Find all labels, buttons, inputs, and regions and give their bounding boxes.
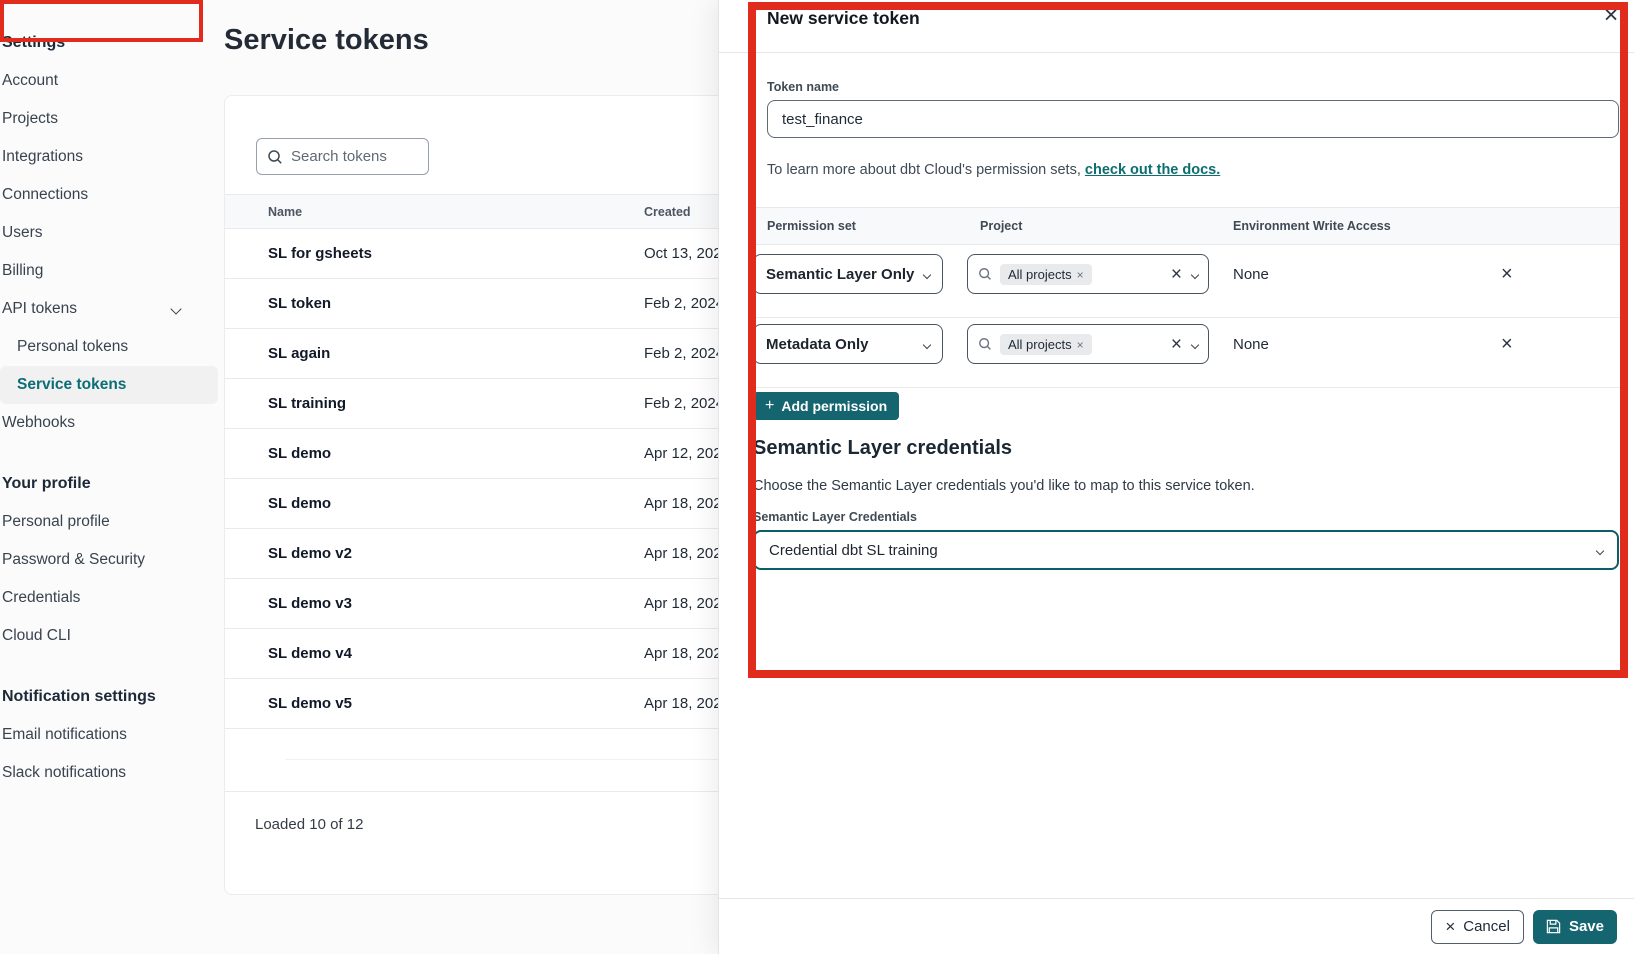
row-divider xyxy=(756,317,1622,318)
permission-set-value: Metadata Only xyxy=(766,336,869,353)
sidebar-header-notification-settings: Notification settings xyxy=(0,678,212,716)
chevron-down-icon xyxy=(924,265,930,283)
token-name-input[interactable] xyxy=(767,100,1619,138)
sidebar-item-label: API tokens xyxy=(2,300,77,318)
project-chip-label: All projects xyxy=(1008,267,1072,282)
docs-link[interactable]: check out the docs. xyxy=(1085,162,1220,178)
cancel-label: Cancel xyxy=(1463,918,1510,935)
sidebar-item-users[interactable]: Users xyxy=(0,214,212,252)
sidebar-header-your-profile: Your profile xyxy=(0,465,212,503)
sidebar-item-personal-tokens[interactable]: Personal tokens xyxy=(0,328,212,366)
chevron-down-icon xyxy=(1597,541,1603,559)
credential-select-value: Credential dbt SL training xyxy=(769,542,938,559)
chevron-down-icon xyxy=(1192,265,1198,283)
drawer-title: New service token xyxy=(767,8,920,29)
docs-helper-text: To learn more about dbt Cloud's permissi… xyxy=(767,162,1220,178)
drawer-header: New service token × xyxy=(719,0,1634,53)
chevron-down-icon xyxy=(1192,335,1198,353)
column-header-name: Name xyxy=(268,205,302,219)
docs-text: To learn more about dbt Cloud's permissi… xyxy=(767,162,1085,178)
token-name: SL demo v4 xyxy=(268,645,352,662)
add-permission-label: Add permission xyxy=(781,398,887,414)
sidebar-header-settings: Settings xyxy=(0,24,212,62)
project-chip[interactable]: All projects × xyxy=(1000,264,1092,285)
token-name: SL again xyxy=(268,345,330,362)
search-tokens-box[interactable] xyxy=(256,138,429,175)
sidebar-item-webhooks[interactable]: Webhooks xyxy=(0,404,212,442)
sidebar-item-credentials[interactable]: Credentials xyxy=(0,579,212,617)
project-chip-label: All projects xyxy=(1008,337,1072,352)
cancel-button[interactable]: × Cancel xyxy=(1431,910,1524,944)
page-title: Service tokens xyxy=(224,24,429,57)
sidebar-item-email-notifications[interactable]: Email notifications xyxy=(0,716,212,754)
semantic-layer-credentials-description: Choose the Semantic Layer credentials yo… xyxy=(753,478,1255,494)
add-permission-button[interactable]: + Add permission xyxy=(753,392,899,420)
plus-icon: + xyxy=(765,397,774,415)
clear-selection-icon[interactable]: × xyxy=(1171,265,1182,284)
settings-sidebar: Settings Account Projects Integrations C… xyxy=(0,0,212,792)
chevron-down-icon xyxy=(172,300,180,318)
permission-set-value: Semantic Layer Only xyxy=(766,266,914,283)
token-name: SL demo v2 xyxy=(268,545,352,562)
sidebar-item-cloud-cli[interactable]: Cloud CLI xyxy=(0,617,212,655)
search-tokens-input[interactable] xyxy=(291,148,411,165)
remove-permission-icon[interactable]: × xyxy=(1501,264,1513,284)
semantic-layer-credentials-heading: Semantic Layer credentials xyxy=(753,437,1012,460)
token-name: SL training xyxy=(268,395,346,412)
chip-remove-icon[interactable]: × xyxy=(1077,268,1084,282)
project-multiselect[interactable]: All projects × × xyxy=(967,324,1209,364)
token-name: SL token xyxy=(268,295,331,312)
row-divider xyxy=(756,387,1622,388)
chip-remove-icon[interactable]: × xyxy=(1077,338,1084,352)
semantic-layer-credentials-label: Semantic Layer Credentials xyxy=(753,510,917,524)
remove-permission-icon[interactable]: × xyxy=(1501,334,1513,354)
token-name: SL demo v3 xyxy=(268,595,352,612)
sidebar-item-personal-profile[interactable]: Personal profile xyxy=(0,503,212,541)
chevron-down-icon xyxy=(924,335,930,353)
search-icon xyxy=(978,267,992,281)
sidebar-item-integrations[interactable]: Integrations xyxy=(0,138,212,176)
sidebar-item-password-security[interactable]: Password & Security xyxy=(0,541,212,579)
search-icon xyxy=(267,149,283,165)
close-icon: × xyxy=(1445,918,1455,935)
sidebar-item-service-tokens[interactable]: Service tokens xyxy=(0,366,218,404)
save-icon xyxy=(1546,919,1561,934)
column-header-created: Created xyxy=(644,205,691,219)
sidebar-item-slack-notifications[interactable]: Slack notifications xyxy=(0,754,212,792)
sidebar-item-account[interactable]: Account xyxy=(0,62,212,100)
new-service-token-drawer: New service token × Token name To learn … xyxy=(718,0,1634,954)
token-name: SL demo xyxy=(268,495,331,512)
sidebar-item-projects[interactable]: Projects xyxy=(0,100,212,138)
permission-set-select[interactable]: Semantic Layer Only xyxy=(753,254,943,294)
token-name-label: Token name xyxy=(767,80,839,94)
token-name: SL for gsheets xyxy=(268,245,372,262)
project-multiselect[interactable]: All projects × × xyxy=(967,254,1209,294)
token-name: SL demo xyxy=(268,445,331,462)
app-root: Settings Account Projects Integrations C… xyxy=(0,0,1634,954)
save-label: Save xyxy=(1569,918,1604,935)
save-button[interactable]: Save xyxy=(1533,910,1617,944)
clear-selection-icon[interactable]: × xyxy=(1171,335,1182,354)
column-header-permission-set: Permission set xyxy=(767,219,856,233)
column-header-project: Project xyxy=(980,219,1022,233)
semantic-layer-credentials-select[interactable]: Credential dbt SL training xyxy=(753,530,1619,570)
drawer-footer: × Cancel Save xyxy=(719,898,1634,954)
sidebar-item-connections[interactable]: Connections xyxy=(0,176,212,214)
search-icon xyxy=(978,337,992,351)
permission-set-select[interactable]: Metadata Only xyxy=(753,324,943,364)
project-chip[interactable]: All projects × xyxy=(1000,334,1092,355)
sidebar-item-api-tokens[interactable]: API tokens xyxy=(0,290,212,328)
permission-table-header: Permission set Project Environment Write… xyxy=(756,207,1622,245)
close-icon[interactable]: × xyxy=(1596,0,1626,30)
sidebar-item-billing[interactable]: Billing xyxy=(0,252,212,290)
token-name: SL demo v5 xyxy=(268,695,352,712)
loaded-status: Loaded 10 of 12 xyxy=(255,816,363,833)
env-write-access-value: None xyxy=(1233,266,1269,283)
column-header-env-write-access: Environment Write Access xyxy=(1233,219,1391,233)
env-write-access-value: None xyxy=(1233,336,1269,353)
